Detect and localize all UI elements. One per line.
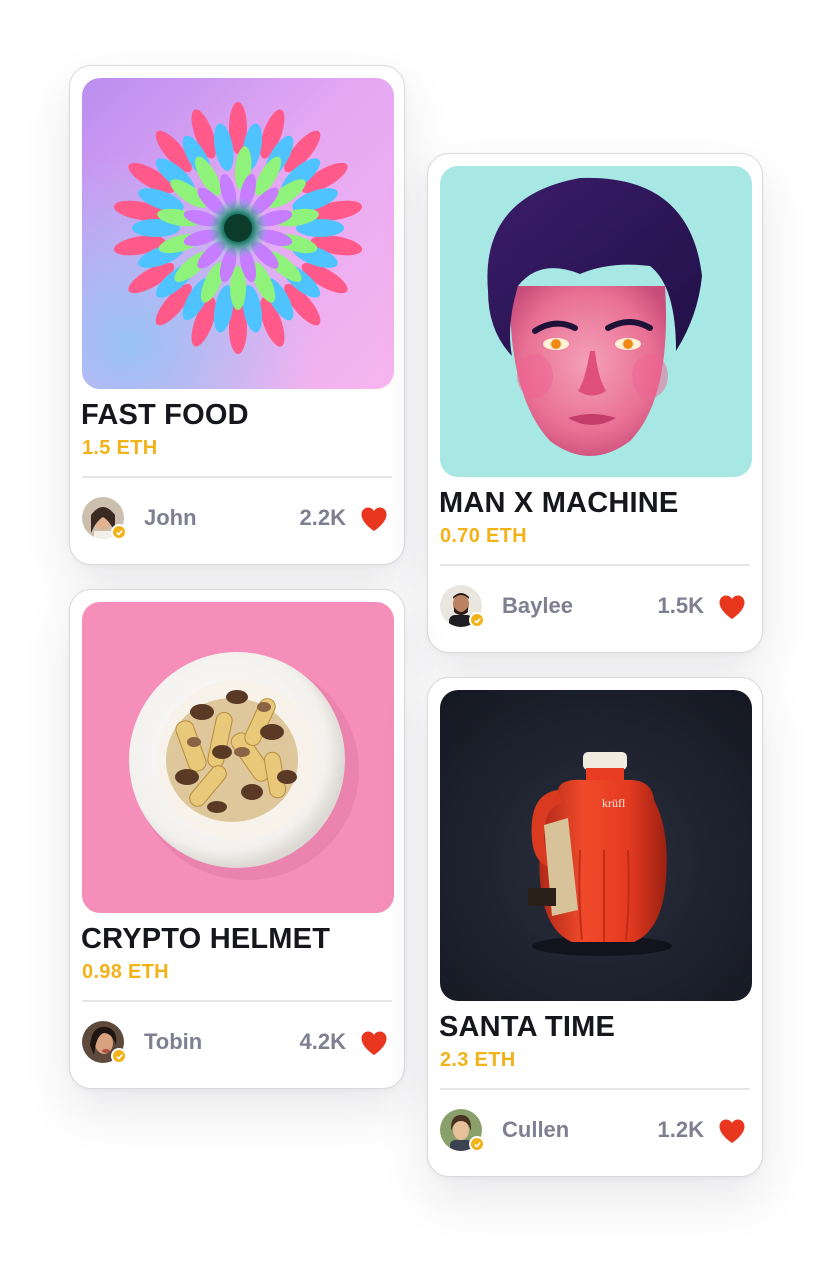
verified-badge-icon [469,1136,485,1152]
nft-title: CRYPTO HELMET [81,923,331,955]
red-bottle-artwork: krüfl [440,690,752,1001]
nft-card-santa-time[interactable]: krüfl SANTA TIME 2.3 ETH Cullen 1.2K [427,677,763,1177]
like-count: 2.2K [299,505,346,530]
nft-price: 0.70 ETH [440,525,527,547]
like-count: 1.2K [657,1117,704,1142]
portrait-artwork [440,166,752,477]
verified-badge-icon [469,612,485,628]
card-divider [440,564,750,566]
heart-icon[interactable] [718,594,746,620]
nft-title: SANTA TIME [439,1011,615,1043]
nft-card-crypto-helmet[interactable]: CRYPTO HELMET 0.98 ETH Tobin 4.2K [69,589,405,1089]
heart-icon[interactable] [360,506,388,532]
card-divider [82,476,392,478]
owner-name[interactable]: Tobin [144,1029,202,1055]
nft-title: FAST FOOD [81,399,249,431]
nft-card-man-x-machine[interactable]: MAN X MACHINE 0.70 ETH Baylee 1.5K [427,153,763,653]
owner-name[interactable]: John [144,505,197,531]
nft-price: 2.3 ETH [440,1049,516,1071]
card-divider [82,1000,392,1002]
owner-name[interactable]: Cullen [502,1117,569,1143]
flower-artwork [82,78,394,389]
owner-avatar[interactable] [440,1109,485,1152]
verified-badge-icon [111,1048,127,1064]
owner-avatar[interactable] [82,497,127,540]
heart-icon[interactable] [718,1118,746,1144]
card-divider [440,1088,750,1090]
verified-badge-icon [111,524,127,540]
nft-price: 1.5 ETH [82,437,158,459]
nft-price: 0.98 ETH [82,961,169,983]
svg-text:krüfl: krüfl [602,796,626,810]
owner-avatar[interactable] [82,1021,127,1064]
like-count: 4.2K [299,1029,346,1054]
nft-card-fast-food[interactable]: FAST FOOD 1.5 ETH John 2.2K [69,65,405,565]
food-plate-artwork [82,602,394,913]
nft-card-gallery: FAST FOOD 1.5 ETH John 2.2K MAN X MACHIN… [0,0,832,1276]
nft-title: MAN X MACHINE [439,487,679,519]
owner-name[interactable]: Baylee [502,593,573,619]
heart-icon[interactable] [360,1030,388,1056]
like-count: 1.5K [657,593,704,618]
owner-avatar[interactable] [440,585,485,628]
